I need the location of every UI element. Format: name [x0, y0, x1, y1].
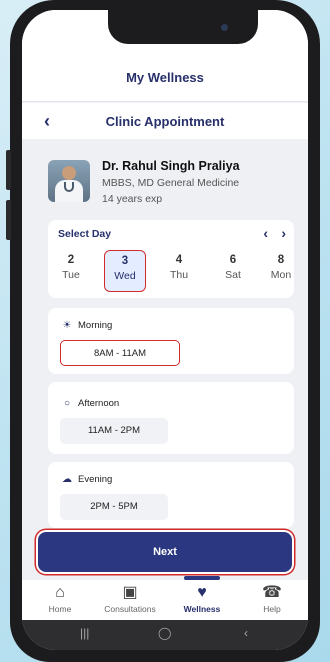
morning-time-slot[interactable]: 8AM - 11AM	[60, 340, 180, 366]
tab-label: Consultations	[104, 604, 156, 614]
select-day-label: Select Day	[58, 228, 112, 240]
doctor-avatar	[48, 160, 90, 202]
tab-help[interactable]: ☎ Help	[236, 580, 308, 614]
bottom-tab-bar: ⌂ Home ▣ Consultations ♥ Wellness ☎ Help	[22, 576, 308, 620]
evening-slot-panel: ☁ Evening 2PM - 5PM	[48, 462, 294, 528]
tab-consultations[interactable]: ▣ Consultations	[94, 580, 166, 614]
headset-icon: ☎	[262, 584, 282, 601]
afternoon-slot-heading: ○ Afternoon	[60, 398, 119, 409]
morning-slot-heading: ☀ Morning	[60, 320, 113, 331]
back-icon[interactable]: ‹	[244, 626, 248, 640]
system-navigation-bar: ||| ◯ ‹	[22, 620, 308, 650]
day-weekday: Sat	[225, 269, 241, 281]
screen: My Wellness ‹ Clinic Appointment Dr. Rah…	[22, 10, 308, 650]
doctor-degree: MBBS, MD General Medicine	[102, 177, 240, 189]
clinic-icon: ▣	[122, 584, 138, 601]
day-option[interactable]: 4 Thu	[158, 250, 200, 292]
day-option-selected[interactable]: 3 Wed	[104, 250, 146, 292]
doctor-name: Dr. Rahul Singh Praliya	[102, 159, 240, 173]
tab-label: Home	[48, 604, 72, 614]
chevron-right-icon[interactable]: ›	[281, 225, 286, 241]
day-number: 2	[67, 254, 75, 266]
day-number: 8	[277, 254, 285, 266]
afternoon-label: Afternoon	[78, 398, 120, 409]
evening-time-slot[interactable]: 2PM - 5PM	[60, 494, 168, 520]
page-header: ‹ Clinic Appointment	[22, 103, 308, 139]
tab-label: Wellness	[183, 604, 221, 614]
day-weekday: Tue	[62, 269, 80, 281]
afternoon-slot-panel: ○ Afternoon 11AM - 2PM	[48, 382, 294, 454]
sun-icon: ○	[63, 398, 71, 409]
chevron-left-icon[interactable]: ‹	[263, 225, 268, 241]
recents-icon[interactable]: |||	[80, 626, 89, 640]
home-circle-icon[interactable]: ◯	[158, 626, 171, 640]
day-weekday: Wed	[114, 270, 136, 282]
morning-slot-panel: ☀ Morning 8AM - 11AM	[48, 308, 294, 374]
tab-home[interactable]: ⌂ Home	[24, 580, 96, 614]
notch	[108, 10, 258, 44]
page-title: Clinic Appointment	[105, 114, 225, 129]
phone-frame: My Wellness ‹ Clinic Appointment Dr. Rah…	[6, 0, 320, 662]
day-selector: Select Day ‹ › 2 Tue 3 Wed 4 Thu 6 Sat 8…	[48, 220, 294, 298]
doctor-experience: 14 years exp	[102, 193, 163, 205]
volume-down-button	[6, 200, 11, 240]
heart-icon: ♥	[197, 584, 207, 601]
tab-wellness[interactable]: ♥ Wellness	[166, 576, 238, 614]
doctor-card: Dr. Rahul Singh Praliya MBBS, MD General…	[48, 158, 294, 208]
camera-icon	[221, 24, 228, 31]
tab-label: Help	[263, 604, 281, 614]
volume-up-button	[6, 150, 11, 190]
evening-slot-heading: ☁ Evening	[60, 474, 112, 485]
day-weekday: Thu	[169, 269, 189, 281]
day-option[interactable]: 6 Sat	[212, 250, 254, 292]
day-option[interactable]: 2 Tue	[50, 250, 92, 292]
morning-label: Morning	[78, 320, 113, 331]
day-number: 3	[121, 255, 129, 267]
day-option[interactable]: 8 Mon	[260, 250, 302, 292]
day-weekday: Mon	[270, 269, 292, 281]
day-number: 6	[229, 254, 237, 266]
afternoon-time-slot[interactable]: 11AM - 2PM	[60, 418, 168, 444]
app-title: My Wellness	[126, 70, 204, 85]
sunrise-icon: ☀	[62, 320, 72, 331]
evening-label: Evening	[78, 474, 113, 485]
cloud-moon-icon: ☁	[62, 474, 72, 485]
day-number: 4	[175, 254, 183, 266]
active-tab-indicator	[184, 576, 220, 580]
next-button[interactable]: Next	[38, 532, 292, 572]
home-icon: ⌂	[55, 584, 65, 601]
